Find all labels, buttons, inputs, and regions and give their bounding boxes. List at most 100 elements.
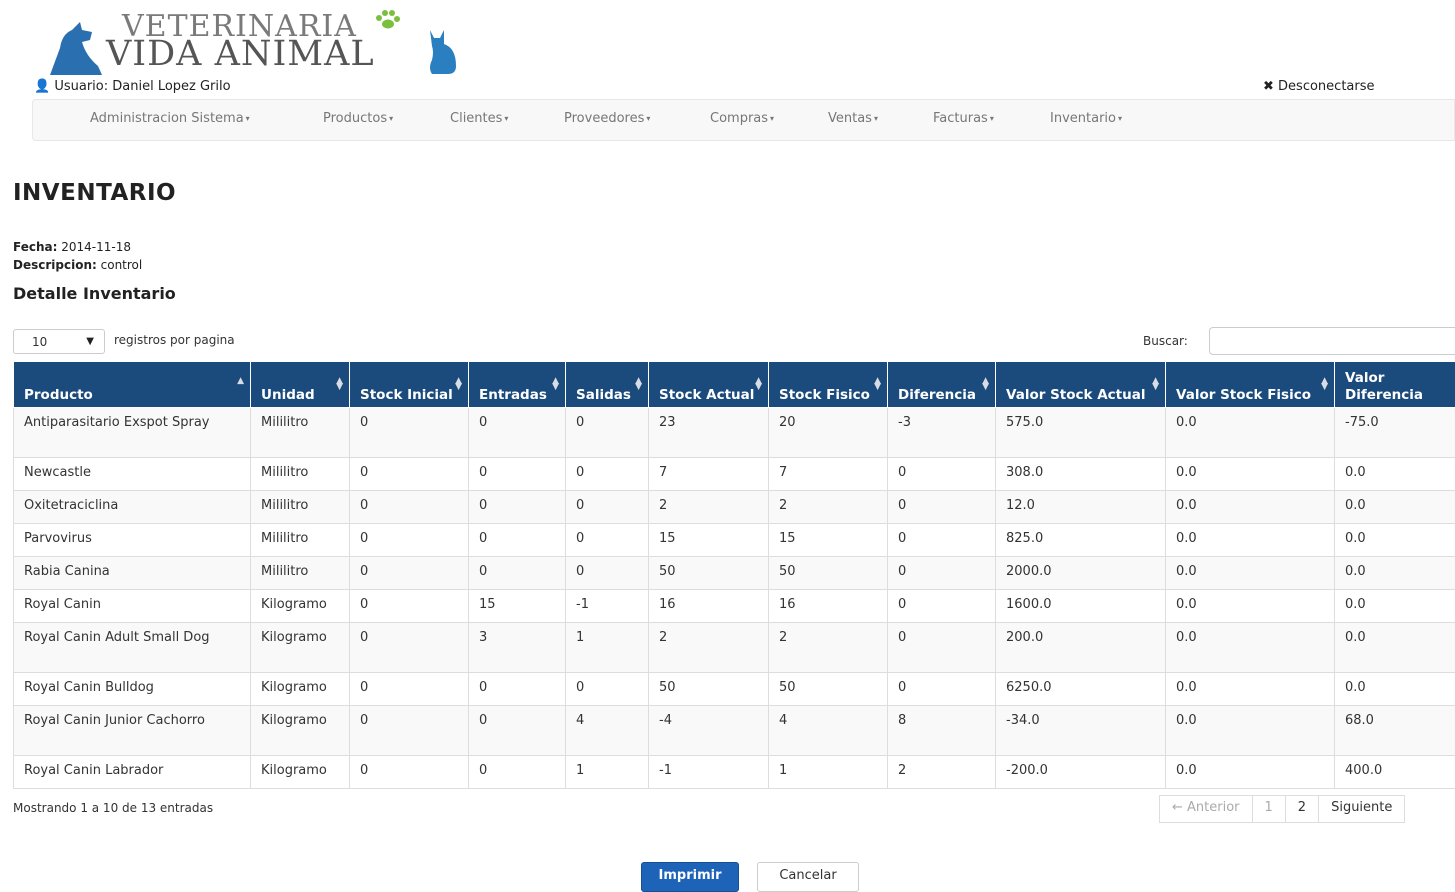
nav-clientes[interactable]: Clientes▾ (450, 111, 508, 126)
table-cell: -1 (649, 756, 769, 789)
table-cell: 0 (566, 408, 649, 458)
table-cell: 2 (888, 756, 996, 789)
table-cell: 50 (649, 557, 769, 590)
table-cell: 0 (888, 458, 996, 491)
nav-compras[interactable]: Compras▾ (710, 111, 774, 126)
sort-asc-icon: ▲ (237, 378, 244, 384)
current-user: 👤 Usuario: Daniel Lopez Grilo (34, 79, 231, 94)
column-header-label: Diferencia (898, 387, 976, 403)
date-value: 2014-11-18 (61, 240, 131, 254)
page-length-select[interactable]: 10 ▼ (13, 329, 105, 354)
table-row: NewcastleMililitro000770308.00.00.0 (14, 458, 1455, 491)
nav-ventas[interactable]: Ventas▾ (828, 111, 878, 126)
table-cell: Royal Canin (14, 590, 251, 623)
sort-both-icon: ▲▼ (336, 378, 343, 390)
date-label: Fecha: (13, 240, 57, 254)
table-cell: 6250.0 (996, 673, 1166, 706)
caret-down-icon: ▾ (1118, 114, 1122, 123)
column-header[interactable]: Valor Stock Actual▲▼ (996, 362, 1166, 408)
table-cell: 15 (649, 524, 769, 557)
table-cell: Rabia Canina (14, 557, 251, 590)
table-cell: 0.0 (1166, 756, 1335, 789)
caret-down-icon: ▾ (770, 114, 774, 123)
nav-productos[interactable]: Productos▾ (323, 111, 393, 126)
table-cell: Mililitro (251, 524, 350, 557)
logout-link[interactable]: ✖ Desconectarse (1263, 79, 1375, 94)
next-page-button[interactable]: Siguiente (1318, 795, 1405, 823)
table-cell: 1 (769, 756, 888, 789)
table-cell: 825.0 (996, 524, 1166, 557)
column-header-label: Valor Diferencia (1345, 370, 1423, 403)
table-cell: 0 (566, 458, 649, 491)
table-cell: 0.0 (1166, 590, 1335, 623)
table-cell: Mililitro (251, 408, 350, 458)
close-icon: ✖ (1263, 79, 1274, 94)
column-header[interactable]: Entradas▲▼ (469, 362, 566, 408)
logout-label: Desconectarse (1278, 79, 1374, 94)
nav-administracion-sistema[interactable]: Administracion Sistema▾ (90, 111, 250, 126)
table-cell: 1600.0 (996, 590, 1166, 623)
logo: VETERINARIA VIDA ANIMAL (42, 10, 472, 78)
table-cell: 0 (469, 557, 566, 590)
table-row: Rabia CaninaMililitro000505002000.00.00.… (14, 557, 1455, 590)
column-header[interactable]: Valor Diferencia▲▼ (1335, 362, 1455, 408)
user-label: Usuario: Daniel Lopez Grilo (54, 79, 230, 94)
table-cell: -200.0 (996, 756, 1166, 789)
table-cell: 0 (350, 756, 469, 789)
table-cell: 1 (566, 756, 649, 789)
column-header[interactable]: Diferencia▲▼ (888, 362, 996, 408)
table-cell: 308.0 (996, 458, 1166, 491)
table-cell: 0 (469, 706, 566, 756)
sort-both-icon: ▲▼ (635, 378, 642, 390)
table-cell: -4 (649, 706, 769, 756)
table-cell: 0 (350, 706, 469, 756)
table-cell: -34.0 (996, 706, 1166, 756)
table-cell: 200.0 (996, 623, 1166, 673)
table-cell: 0.0 (1335, 524, 1455, 557)
table-cell: 0 (888, 491, 996, 524)
table-cell: 68.0 (1335, 706, 1455, 756)
column-header[interactable]: Producto ▲ (14, 362, 251, 408)
logo-text-line2: VIDA ANIMAL (106, 36, 375, 72)
table-cell: 20 (769, 408, 888, 458)
search-input[interactable] (1209, 327, 1455, 355)
column-header-label: Unidad (261, 387, 315, 403)
table-cell: Mililitro (251, 458, 350, 491)
column-header[interactable]: Salidas▲▼ (566, 362, 649, 408)
table-cell: 8 (888, 706, 996, 756)
column-header[interactable]: Valor Stock Fisico▲▼ (1166, 362, 1335, 408)
table-cell: -75.0 (1335, 408, 1455, 458)
nav-inventario[interactable]: Inventario▾ (1050, 111, 1122, 126)
column-header[interactable]: Unidad ▲▼ (251, 362, 350, 408)
table-cell: 400.0 (1335, 756, 1455, 789)
table-cell: -1 (566, 590, 649, 623)
table-row: OxitetraciclinaMililitro00022012.00.00.0 (14, 491, 1455, 524)
table-cell: 0 (469, 673, 566, 706)
previous-page-button[interactable]: ← Anterior (1159, 795, 1253, 823)
caret-down-icon: ▾ (874, 114, 878, 123)
sort-both-icon: ▲▼ (874, 378, 881, 390)
column-header[interactable]: Stock Inicial▲▼ (350, 362, 469, 408)
nav-facturas[interactable]: Facturas▾ (933, 111, 994, 126)
table-cell: Kilogramo (251, 623, 350, 673)
table-cell: 2 (649, 623, 769, 673)
table-cell: 4 (769, 706, 888, 756)
table-row: Royal Canin Junior CachorroKilogramo004-… (14, 706, 1455, 756)
table-cell: 16 (769, 590, 888, 623)
table-cell: 2 (769, 491, 888, 524)
column-header[interactable]: Stock Fisico▲▼ (769, 362, 888, 408)
table-cell: 0.0 (1335, 491, 1455, 524)
table-cell: 0 (566, 491, 649, 524)
table-cell: 0 (566, 524, 649, 557)
column-header-label: Producto (24, 387, 93, 403)
page-length-value: 10 (32, 335, 47, 349)
table-cell: 0.0 (1166, 623, 1335, 673)
description-label: Descripcion: (13, 258, 97, 272)
table-body: Antiparasitario Exspot SprayMililitro000… (14, 408, 1455, 789)
nav-proveedores[interactable]: Proveedores▾ (564, 111, 650, 126)
column-header[interactable]: Stock Actual▲▼ (649, 362, 769, 408)
table-row: ParvovirusMililitro00015150825.00.00.0 (14, 524, 1455, 557)
table-cell: 0.0 (1166, 491, 1335, 524)
page-1-button[interactable]: 1 (1252, 795, 1286, 823)
page-2-button[interactable]: 2 (1285, 795, 1319, 823)
